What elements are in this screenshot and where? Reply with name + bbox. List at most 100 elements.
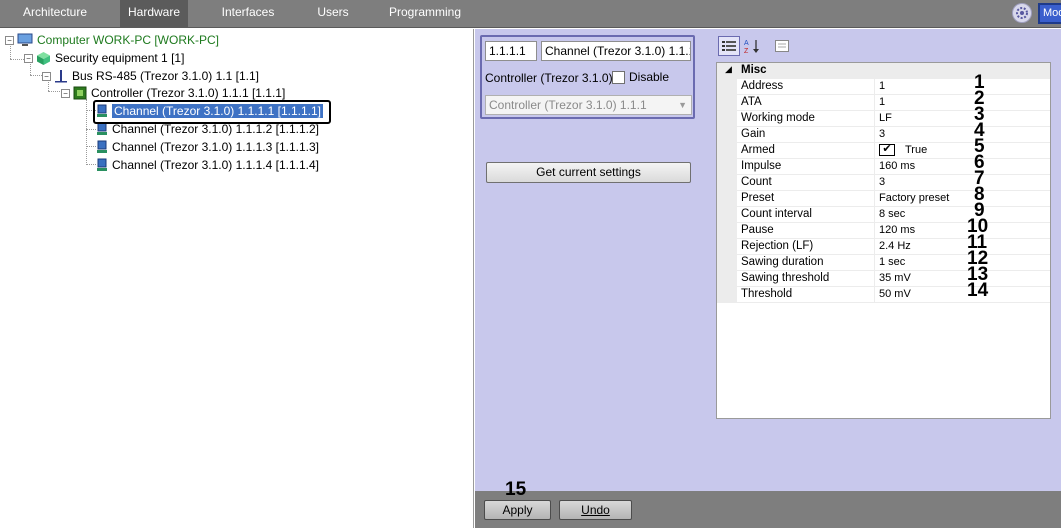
property-row-gain[interactable]: Gain 3 4	[717, 121, 1050, 143]
property-name: Working mode	[741, 112, 815, 124]
tree-node-security-equipment[interactable]: − Security equipment 1 [1]	[24, 50, 184, 66]
property-row-armed[interactable]: Armed ✔ True 5	[717, 137, 1050, 159]
channel-sensor-icon	[97, 122, 107, 135]
property-value[interactable]: 3	[879, 128, 885, 140]
column-separator	[874, 79, 875, 95]
property-row-rejection-lf[interactable]: Rejection (LF) 2.4 Hz 11	[717, 233, 1050, 255]
collapse-icon[interactable]: −	[42, 71, 51, 81]
undo-button[interactable]: Undo	[559, 500, 632, 520]
category-header: ◢ Misc	[717, 63, 1050, 79]
channel-sensor-icon	[97, 140, 107, 153]
callout-number-15: 15	[505, 479, 527, 500]
column-separator	[874, 95, 875, 111]
property-value[interactable]: 3	[879, 176, 885, 188]
collapse-icon[interactable]: −	[24, 53, 33, 63]
column-separator	[874, 223, 875, 239]
row-gutter	[717, 111, 737, 127]
armed-checkbox-icon[interactable]: ✔	[879, 144, 895, 156]
tree-node-channel-4[interactable]: Channel (Trezor 3.1.0) 1.1.1.4 [1.1.1.4]	[96, 157, 319, 173]
property-value[interactable]: 120 ms	[879, 224, 915, 236]
property-row-sawing-duration[interactable]: Sawing duration 1 sec 12	[717, 249, 1050, 271]
row-gutter	[717, 239, 737, 255]
id-field[interactable]: 1.1.1.1	[485, 41, 537, 61]
property-row-pause[interactable]: Pause 120 ms 10	[717, 217, 1050, 239]
category-label: Misc	[741, 64, 767, 76]
property-value[interactable]: 8 sec	[879, 208, 905, 220]
tab-architecture[interactable]: Architecture	[12, 0, 98, 28]
property-name: Count interval	[741, 208, 812, 220]
property-value[interactable]: 1	[879, 96, 885, 108]
column-separator	[874, 111, 875, 127]
column-separator	[874, 159, 875, 175]
row-gutter	[717, 223, 737, 239]
property-value[interactable]: LF	[879, 112, 892, 124]
collapse-icon[interactable]: −	[61, 88, 70, 98]
settings-gear-icon[interactable]	[1012, 3, 1032, 23]
collapse-triangle-icon[interactable]: ◢	[725, 64, 732, 75]
row-gutter	[717, 95, 737, 111]
collapse-icon[interactable]: −	[5, 35, 14, 45]
tab-programming[interactable]: Programming	[384, 0, 466, 28]
mode-button[interactable]: Mod	[1038, 3, 1061, 24]
parent-label: Controller (Trezor 3.1.0)	[485, 71, 613, 85]
tree-connector	[86, 164, 96, 165]
armed-value-label: True	[905, 144, 928, 156]
bus-icon	[55, 70, 67, 83]
property-value[interactable]: 2.4 Hz	[879, 240, 911, 252]
row-gutter	[717, 127, 737, 143]
property-name: Threshold	[741, 288, 793, 300]
property-row-count[interactable]: Count 3 7	[717, 169, 1050, 191]
tree-node-computer[interactable]: − Computer WORK-PC [WORK-PC]	[5, 32, 219, 48]
properties-panel: AZ ◢ Misc Address 1 1 ATA 1 2 Working mode LF 3 G…	[710, 29, 1061, 491]
property-row-preset[interactable]: Preset Factory preset 8	[717, 185, 1050, 207]
tree-label-channel-4: Channel (Trezor 3.1.0) 1.1.1.4 [1.1.1.4]	[112, 158, 320, 172]
get-current-settings-button[interactable]: Get current settings	[486, 162, 691, 183]
row-gutter	[717, 159, 737, 175]
chevron-down-icon[interactable]: ▼	[678, 96, 687, 114]
tab-interfaces[interactable]: Interfaces	[212, 0, 284, 28]
property-value[interactable]: 50 mV	[879, 288, 911, 300]
property-pages-icon[interactable]	[771, 36, 793, 56]
tree-node-bus[interactable]: − Bus RS-485 (Trezor 3.1.0) 1.1 [1.1]	[42, 68, 259, 84]
column-separator	[874, 175, 875, 191]
disable-checkbox-box[interactable]	[612, 70, 625, 84]
categorized-view-icon[interactable]	[718, 36, 740, 56]
sort-alphabetical-icon[interactable]: AZ	[741, 36, 763, 56]
property-name: ATA	[741, 96, 762, 108]
row-gutter	[717, 143, 737, 159]
column-separator	[874, 207, 875, 223]
tree-node-controller[interactable]: − Controller (Trezor 3.1.0) 1.1.1 [1.1.1…	[61, 85, 285, 101]
tree-connector	[86, 129, 96, 130]
row-gutter	[717, 191, 737, 207]
tab-users[interactable]: Users	[308, 0, 358, 28]
property-name: Armed	[741, 144, 775, 156]
property-row-address[interactable]: Address 1 1	[717, 73, 1050, 95]
column-separator	[874, 143, 875, 159]
disable-checkbox[interactable]: Disable	[612, 70, 669, 84]
apply-button[interactable]: Apply	[484, 500, 551, 520]
property-value[interactable]: 1 sec	[879, 256, 905, 268]
name-field[interactable]: Channel (Trezor 3.1.0) 1.1.1.1	[541, 41, 691, 61]
column-separator	[874, 255, 875, 271]
parent-select[interactable]: Controller (Trezor 3.1.0) 1.1.1 ▼	[485, 95, 692, 115]
property-value[interactable]: 1	[879, 80, 885, 92]
property-row-ata[interactable]: ATA 1 2	[717, 89, 1050, 111]
property-row-impulse[interactable]: Impulse 160 ms 6	[717, 153, 1050, 175]
property-value[interactable]: ✔ True	[879, 144, 927, 156]
security-equipment-icon	[37, 51, 50, 65]
property-value[interactable]: 160 ms	[879, 160, 915, 172]
property-row-count-interval[interactable]: Count interval 8 sec 9	[717, 201, 1050, 223]
properties-toolbar: AZ	[715, 36, 795, 56]
tree-node-channel-3[interactable]: Channel (Trezor 3.1.0) 1.1.1.3 [1.1.1.3]	[96, 139, 319, 155]
property-value[interactable]: 35 mV	[879, 272, 911, 284]
channel-sensor-icon	[97, 158, 107, 171]
property-row-working-mode[interactable]: Working mode LF 3	[717, 105, 1050, 127]
property-name: Sawing duration	[741, 256, 824, 268]
row-gutter	[717, 287, 737, 303]
property-name: Preset	[741, 192, 775, 204]
tab-hardware[interactable]: Hardware	[120, 0, 188, 28]
property-value[interactable]: Factory preset	[879, 192, 949, 204]
property-row-threshold[interactable]: Threshold 50 mV 14	[717, 281, 1050, 303]
property-row-sawing-threshold[interactable]: Sawing threshold 35 mV 13	[717, 265, 1050, 287]
controller-chip-icon	[73, 86, 87, 100]
